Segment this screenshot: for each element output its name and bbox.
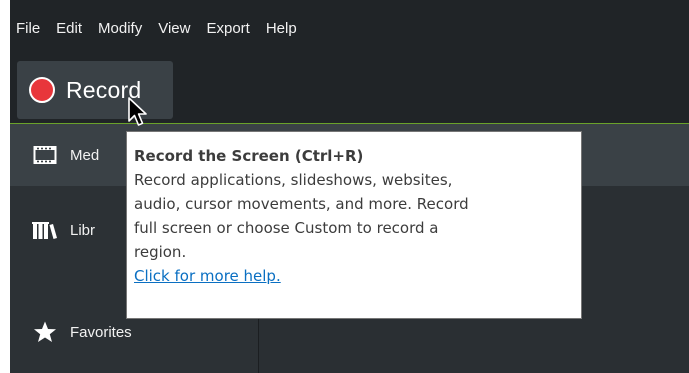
menu-modify[interactable]: Modify xyxy=(98,20,142,37)
menu-bar: File Edit Modify View Export Help xyxy=(10,0,689,56)
menu-help[interactable]: Help xyxy=(266,20,297,37)
tooltip-title: Record the Screen (Ctrl+R) xyxy=(134,147,364,165)
tooltip-line: region. xyxy=(134,243,187,261)
toolbar: Record xyxy=(10,56,689,124)
mouse-cursor-icon xyxy=(128,97,147,126)
menu-edit[interactable]: Edit xyxy=(56,20,82,37)
tooltip-help-link[interactable]: Click for more help. xyxy=(134,264,574,288)
library-icon xyxy=(32,217,58,243)
menu-export[interactable]: Export xyxy=(206,20,249,37)
tooltip-line: full screen or choose Custom to record a xyxy=(134,219,439,237)
star-icon xyxy=(32,319,58,345)
menu-file[interactable]: File xyxy=(16,20,40,37)
sidebar-item-label: Med xyxy=(70,146,100,164)
record-icon xyxy=(29,77,55,103)
sidebar-item-label: Libr xyxy=(70,221,96,239)
tooltip-line: Record applications, slideshows, website… xyxy=(134,171,453,189)
film-strip-icon xyxy=(32,142,58,168)
tooltip-line: audio, cursor movements, and more. Recor… xyxy=(134,195,469,213)
menu-view[interactable]: View xyxy=(158,20,190,37)
record-tooltip: Record the Screen (Ctrl+R) Record applic… xyxy=(126,131,582,319)
sidebar-item-label: Favorites xyxy=(70,323,132,341)
